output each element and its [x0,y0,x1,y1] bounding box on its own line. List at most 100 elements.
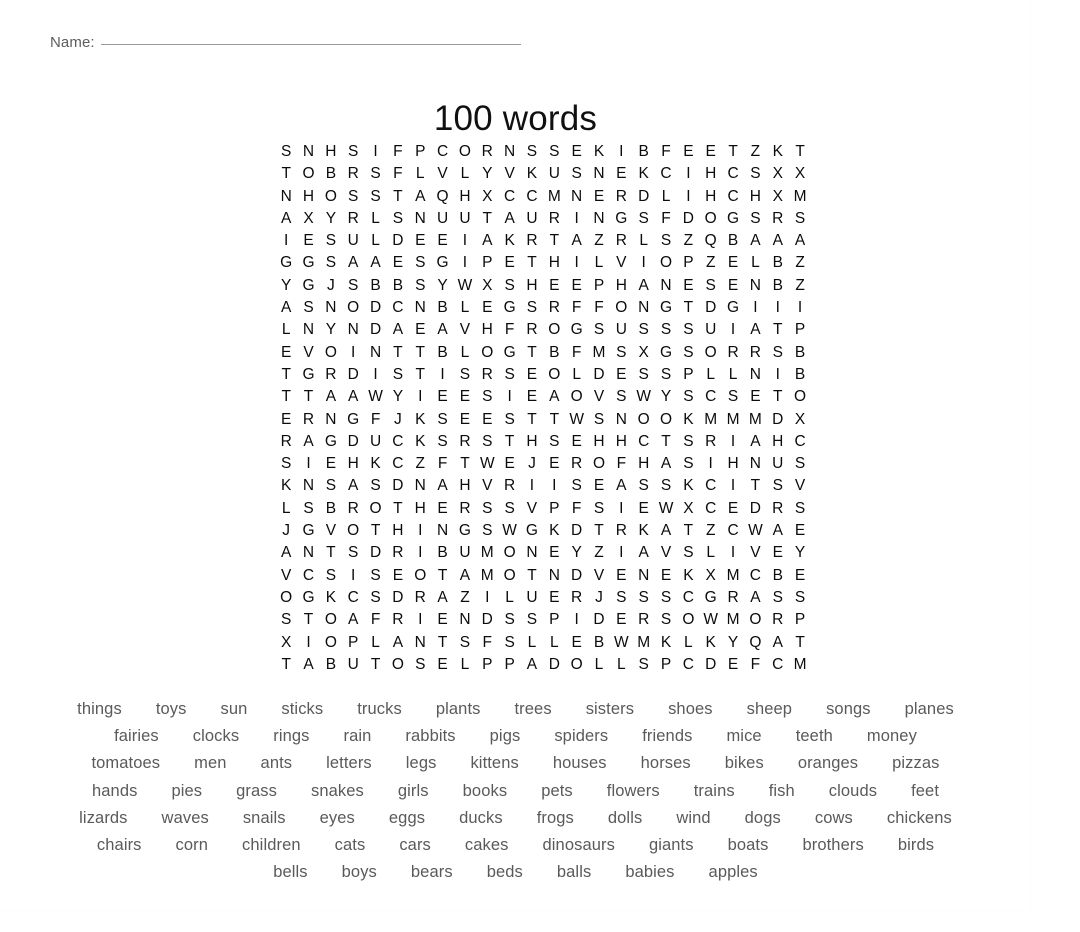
grid-cell[interactable]: N [744,275,766,297]
grid-cell[interactable]: R [565,453,587,475]
grid-cell[interactable]: E [543,587,565,609]
word-bank-item[interactable]: clouds [829,782,877,801]
grid-cell[interactable]: M [722,565,744,587]
grid-cell[interactable]: S [476,386,498,408]
grid-cell[interactable]: A [767,632,789,654]
grid-cell[interactable]: K [409,431,431,453]
word-bank-item[interactable]: houses [553,754,607,773]
grid-cell[interactable]: S [655,587,677,609]
grid-cell[interactable]: O [476,342,498,364]
grid-cell[interactable]: T [387,186,409,208]
grid-cell[interactable]: T [297,386,319,408]
grid-cell[interactable]: S [498,498,520,520]
grid-cell[interactable]: L [677,632,699,654]
grid-cell[interactable]: A [409,186,431,208]
grid-cell[interactable]: Z [677,230,699,252]
word-bank-item[interactable]: trees [515,700,552,719]
grid-cell[interactable]: A [655,520,677,542]
grid-cell[interactable]: H [297,186,319,208]
grid-cell[interactable]: N [297,319,319,341]
grid-cell[interactable]: R [409,587,431,609]
grid-cell[interactable]: L [454,654,476,676]
grid-cell[interactable]: X [767,163,789,185]
word-bank-item[interactable]: oranges [798,754,858,773]
grid-cell[interactable]: K [521,163,543,185]
grid-cell[interactable]: R [767,498,789,520]
grid-cell[interactable]: I [498,386,520,408]
grid-cell[interactable]: E [722,654,744,676]
grid-cell[interactable]: E [275,342,297,364]
grid-cell[interactable]: L [275,498,297,520]
grid-cell[interactable]: F [364,409,386,431]
word-bank-item[interactable]: brothers [802,836,863,855]
grid-cell[interactable]: R [454,431,476,453]
grid-cell[interactable]: H [320,141,342,163]
grid-cell[interactable]: S [409,275,431,297]
word-bank-item[interactable]: books [463,782,508,801]
grid-cell[interactable]: S [744,163,766,185]
grid-cell[interactable]: F [565,297,587,319]
grid-cell[interactable]: E [521,386,543,408]
grid-cell[interactable]: T [767,386,789,408]
grid-cell[interactable]: S [320,230,342,252]
grid-cell[interactable]: O [387,654,409,676]
grid-cell[interactable]: A [387,319,409,341]
word-bank-item[interactable]: snails [243,809,286,828]
grid-cell[interactable]: G [655,342,677,364]
grid-cell[interactable]: A [744,319,766,341]
grid-cell[interactable]: D [588,364,610,386]
grid-cell[interactable]: Q [744,632,766,654]
grid-cell[interactable]: U [342,230,364,252]
grid-cell[interactable]: S [498,364,520,386]
grid-cell[interactable]: N [655,275,677,297]
grid-cell[interactable]: S [387,364,409,386]
grid-cell[interactable]: T [744,475,766,497]
grid-cell[interactable]: S [320,475,342,497]
grid-cell[interactable]: E [387,565,409,587]
grid-cell[interactable]: C [387,453,409,475]
grid-cell[interactable]: N [320,297,342,319]
grid-cell[interactable]: E [431,386,453,408]
grid-cell[interactable]: T [543,230,565,252]
grid-cell[interactable]: C [677,654,699,676]
grid-cell[interactable]: O [700,208,722,230]
word-bank-item[interactable]: spiders [554,727,608,746]
grid-cell[interactable]: K [767,141,789,163]
grid-cell[interactable]: R [342,498,364,520]
grid-cell[interactable]: I [297,632,319,654]
word-bank-item[interactable]: cats [335,836,366,855]
grid-cell[interactable]: I [744,297,766,319]
grid-cell[interactable]: D [364,319,386,341]
grid-cell[interactable]: H [476,319,498,341]
grid-cell[interactable]: C [431,141,453,163]
grid-cell[interactable]: D [588,609,610,631]
word-bank-item[interactable]: apples [709,863,758,882]
grid-cell[interactable]: L [364,208,386,230]
grid-cell[interactable]: C [498,186,520,208]
grid-cell[interactable]: M [722,409,744,431]
grid-cell[interactable]: T [320,542,342,564]
word-bank-item[interactable]: kittens [470,754,518,773]
word-bank-item[interactable]: plants [436,700,481,719]
grid-cell[interactable]: D [364,542,386,564]
grid-cell[interactable]: W [744,520,766,542]
grid-cell[interactable]: K [633,163,655,185]
grid-cell[interactable]: V [431,163,453,185]
grid-cell[interactable]: N [521,542,543,564]
word-bank-item[interactable]: balls [557,863,591,882]
grid-cell[interactable]: B [722,230,744,252]
grid-cell[interactable]: H [633,453,655,475]
word-bank-item[interactable]: horses [641,754,691,773]
grid-cell[interactable]: L [498,587,520,609]
grid-cell[interactable]: V [320,520,342,542]
grid-cell[interactable]: V [297,342,319,364]
grid-cell[interactable]: U [454,542,476,564]
grid-cell[interactable]: D [476,609,498,631]
grid-cell[interactable]: Y [655,386,677,408]
grid-cell[interactable]: K [498,230,520,252]
grid-cell[interactable]: R [633,609,655,631]
grid-cell[interactable]: K [700,632,722,654]
grid-cell[interactable]: B [320,163,342,185]
grid-cell[interactable]: M [476,565,498,587]
grid-cell[interactable]: S [588,319,610,341]
